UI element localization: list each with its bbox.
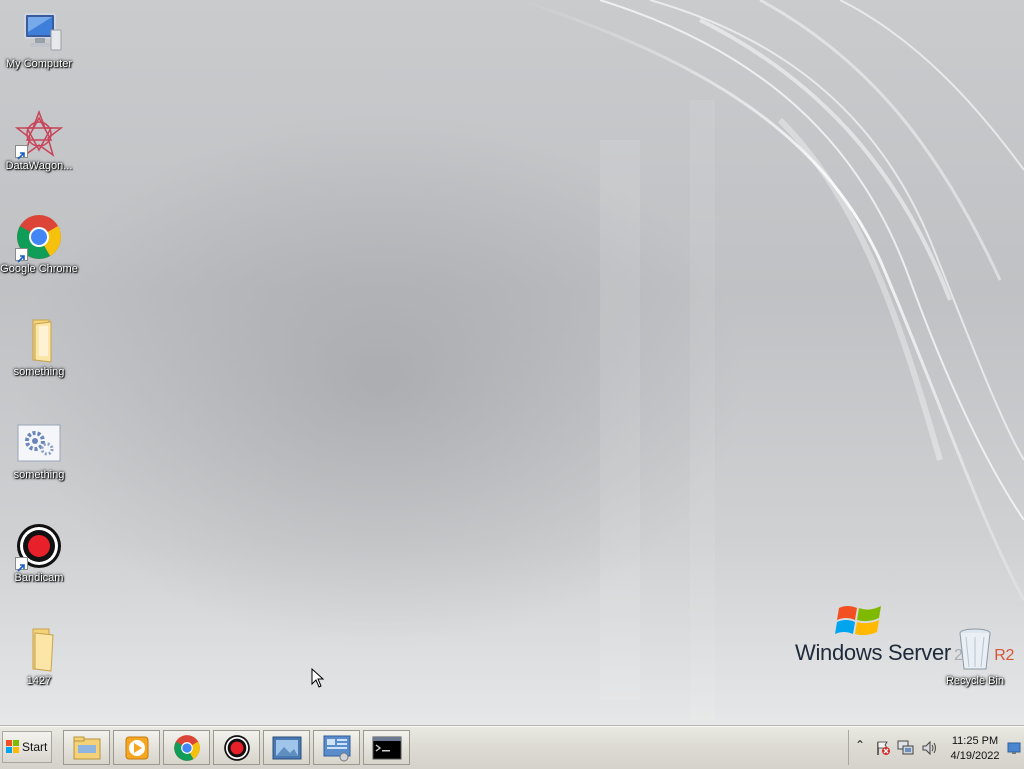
image-viewer-icon	[272, 736, 301, 759]
chrome-icon	[173, 734, 200, 761]
show-desktop-icon[interactable]	[1007, 742, 1021, 754]
shortcut-arrow-icon	[15, 248, 28, 263]
show-hidden-icons-icon[interactable]: ⌃	[855, 738, 865, 752]
desktop-icon-label: Google Chrome	[0, 263, 78, 275]
desktop-icon-label: 1427	[26, 675, 52, 687]
datawagon-icon	[14, 109, 64, 160]
mouse-cursor-icon	[311, 668, 325, 688]
clock-date: 4/19/2022	[950, 750, 1000, 762]
bandicam-icon	[15, 522, 63, 572]
desktop-icon-bandicam[interactable]: Bandicam	[0, 522, 78, 585]
taskbar: Start ⌃ 11:25 PM 4/19/2022	[0, 726, 1024, 769]
start-button[interactable]: Start	[2, 731, 52, 763]
computer-icon	[15, 8, 63, 56]
desktop-icon-1427-folder[interactable]: 1427	[0, 625, 78, 688]
clock-time: 11:25 PM	[951, 735, 999, 747]
taskbar-button-server-manager[interactable]	[313, 730, 360, 765]
windows-logo-icon	[6, 740, 20, 754]
shortcut-arrow-icon	[15, 557, 28, 572]
folder-icon	[15, 316, 63, 364]
chrome-icon	[15, 213, 63, 263]
bandicam-icon	[223, 734, 250, 761]
desktop-icon-my-computer[interactable]: My Computer	[0, 8, 78, 71]
server-manager-icon	[323, 735, 350, 761]
taskbar-button-media-player[interactable]	[113, 730, 160, 765]
desktop[interactable]: My Computer DataWagon... Google Chrome s…	[0, 0, 1024, 726]
desktop-icon-label: something	[13, 366, 65, 378]
taskbar-button-explorer[interactable]	[63, 730, 110, 765]
desktop-icon-google-chrome[interactable]: Google Chrome	[0, 213, 78, 276]
action-center-icon[interactable]	[875, 740, 891, 756]
media-player-icon	[125, 736, 148, 759]
desktop-icon-label: My Computer	[5, 58, 73, 70]
start-label: Start	[22, 740, 48, 754]
taskbar-button-chrome[interactable]	[163, 730, 210, 765]
desktop-icon-label: DataWagon...	[5, 160, 73, 172]
recycle-bin-icon	[951, 625, 999, 673]
desktop-icon-recycle-bin[interactable]: Recycle Bin	[936, 625, 1014, 688]
desktop-icon-something-folder[interactable]: something	[0, 316, 78, 379]
desktop-icon-datawagon[interactable]: DataWagon...	[0, 109, 78, 173]
desktop-icon-label: something	[13, 469, 65, 481]
taskbar-button-command-prompt[interactable]	[363, 730, 410, 765]
volume-icon[interactable]	[921, 740, 939, 756]
taskbar-button-bandicam[interactable]	[213, 730, 260, 765]
brand-name: Windows Server	[795, 640, 951, 665]
desktop-icon-label: Recycle Bin	[945, 675, 1005, 687]
clock[interactable]: 11:25 PM 4/19/2022	[945, 734, 1005, 764]
network-icon[interactable]	[897, 740, 915, 756]
system-tray: ⌃ 11:25 PM 4/19/2022	[848, 730, 1022, 765]
command-prompt-icon	[372, 736, 401, 759]
file-explorer-icon	[73, 736, 100, 759]
taskbar-button-image-viewer[interactable]	[263, 730, 310, 765]
desktop-icon-something-settings[interactable]: something	[0, 419, 78, 482]
windows-flag-logo	[835, 606, 881, 636]
shortcut-arrow-icon	[15, 145, 28, 160]
desktop-icon-label: Bandicam	[14, 572, 64, 584]
settings-file-icon	[15, 419, 63, 467]
folder-icon	[15, 625, 63, 673]
